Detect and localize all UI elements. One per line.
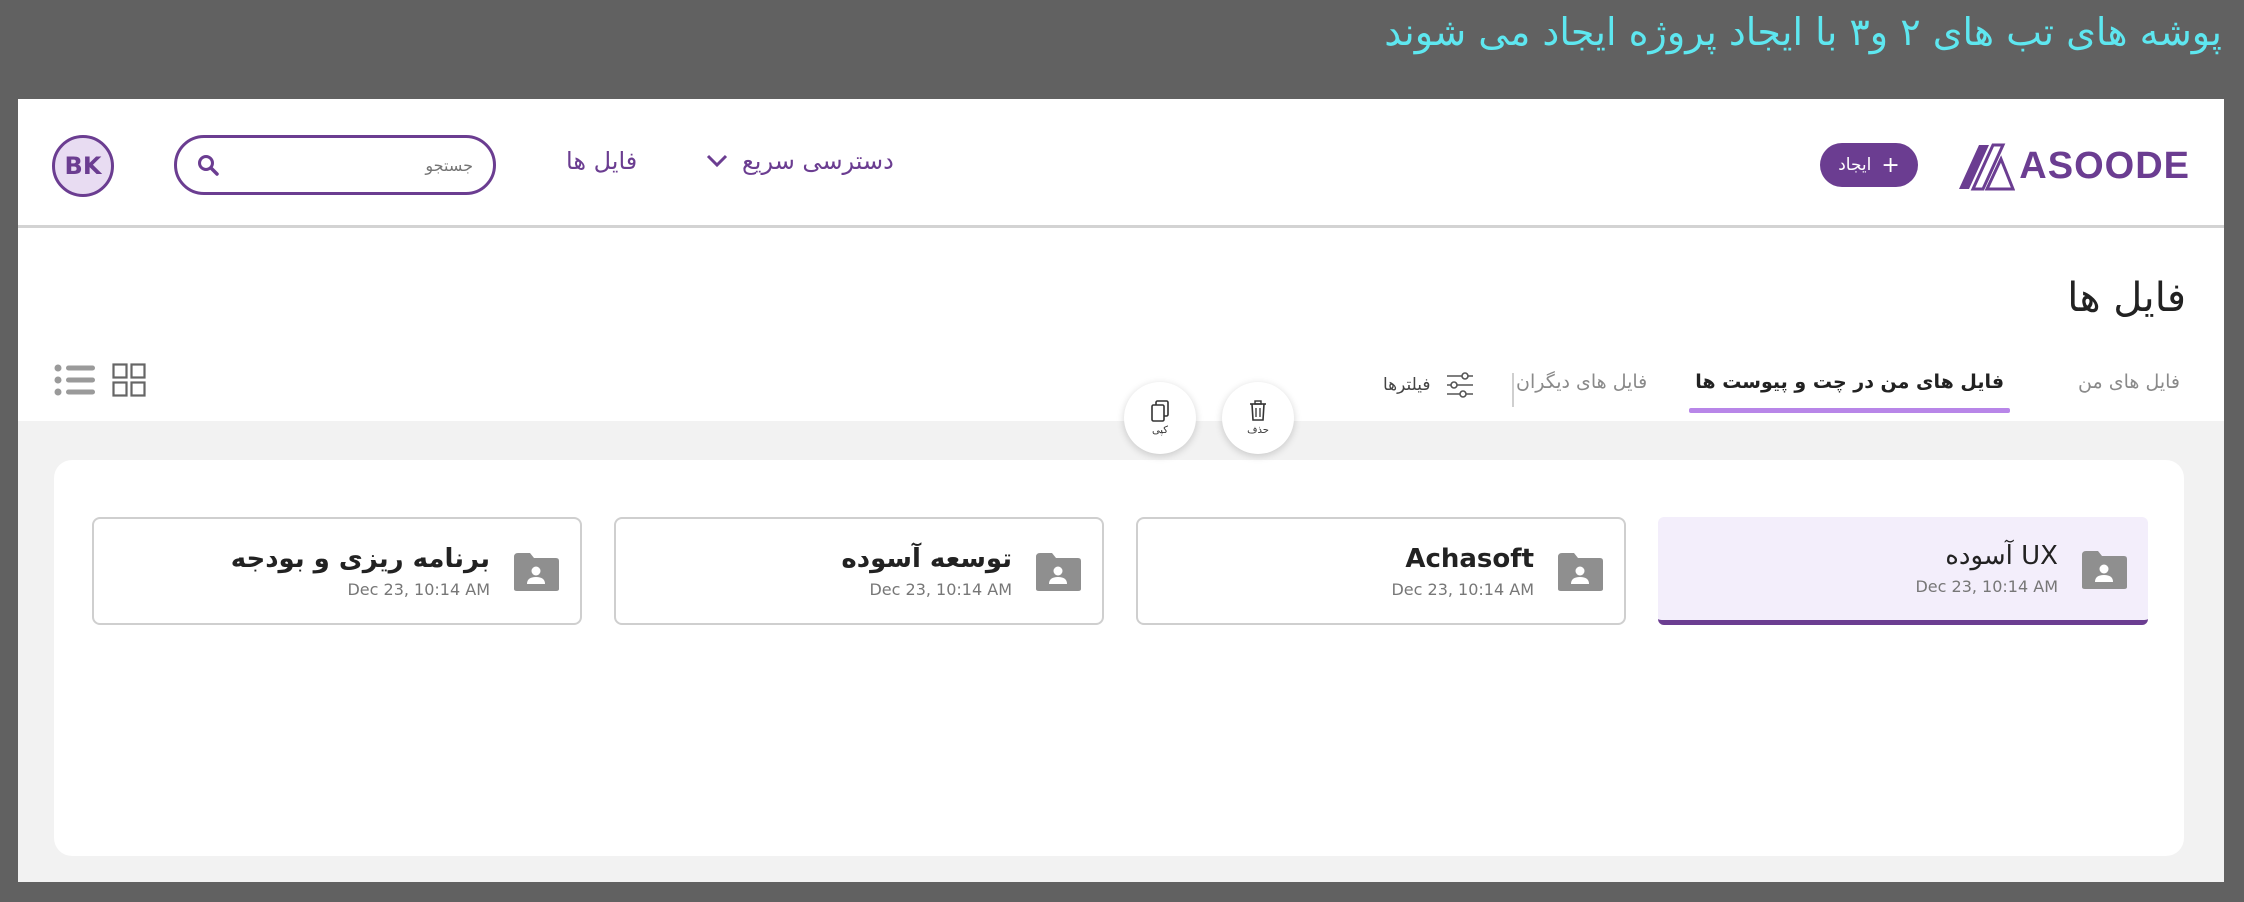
trash-icon (1250, 400, 1266, 421)
annotation-caption: پوشه های تب های ۲ و۳ با ایجاد پروژه ایجا… (1384, 10, 2222, 54)
copy-icon (1151, 400, 1169, 422)
create-button[interactable]: + ایجاد (1820, 143, 1918, 187)
tab-divider (1512, 373, 1514, 407)
shared-folder-icon (2082, 550, 2127, 589)
folder-date: Dec 23, 10:14 AM (1915, 577, 2058, 596)
top-header: ASOODE + ایجاد دسترسی سریع فایل ها BK (18, 99, 2224, 228)
filters-label: فیلترها (1383, 375, 1431, 395)
filters-button[interactable]: فیلترها (1383, 371, 1475, 399)
folder-name: Achasoft (1405, 543, 1534, 574)
delete-button[interactable]: حذف (1222, 382, 1294, 454)
page-title: فایل ها (2067, 275, 2186, 321)
logo-mark-icon (1959, 143, 2016, 191)
logo[interactable]: ASOODE (1957, 141, 2190, 191)
search-box[interactable] (174, 135, 496, 195)
avatar[interactable]: BK (52, 135, 114, 197)
shared-folder-icon (514, 553, 559, 591)
copy-button[interactable]: کپی (1124, 382, 1196, 454)
tab-others-files[interactable]: فایل های دیگران (1510, 361, 1653, 409)
tab-chat-attachments[interactable]: فایل های من در چت و پیوست ها (1689, 361, 2010, 413)
shared-folder-icon (1036, 553, 1081, 591)
search-input[interactable] (219, 155, 473, 175)
plus-icon: + (1881, 152, 1900, 178)
app-window: ASOODE + ایجاد دسترسی سریع فایل ها BK فا… (18, 99, 2224, 882)
grid-view-icon[interactable] (112, 363, 146, 397)
folder-name: UX آسوده (1945, 541, 2058, 571)
folder-card[interactable]: برنامه ریزی و بودجه Dec 23, 10:14 AM (92, 517, 582, 625)
tab-bar: فایل های من فایل های من در چت و پیوست ها… (1510, 361, 2186, 413)
folder-name: توسعه آسوده (841, 543, 1012, 574)
quick-access-menu[interactable]: دسترسی سریع (706, 147, 894, 175)
logo-text: ASOODE (2019, 144, 2190, 187)
folder-card[interactable]: Achasoft Dec 23, 10:14 AM (1136, 517, 1626, 625)
folder-card[interactable]: UX آسوده Dec 23, 10:14 AM (1658, 517, 2148, 625)
copy-label: کپی (1151, 425, 1169, 436)
list-view-icon[interactable] (54, 363, 96, 397)
shared-folder-icon (1558, 553, 1603, 591)
filter-sliders-icon (1446, 372, 1473, 398)
folder-date: Dec 23, 10:14 AM (347, 579, 490, 599)
folder-name: برنامه ریزی و بودجه (230, 543, 490, 574)
chevron-down-icon (706, 154, 728, 168)
create-label: ایجاد (1838, 155, 1872, 175)
folder-date: Dec 23, 10:14 AM (869, 579, 1012, 599)
quick-access-label: دسترسی سریع (742, 147, 894, 175)
folder-card[interactable]: توسعه آسوده Dec 23, 10:14 AM (614, 517, 1104, 625)
delete-label: حذف (1247, 425, 1269, 436)
tab-my-files[interactable]: فایل های من (2072, 361, 2186, 409)
files-nav-link[interactable]: فایل ها (566, 147, 637, 175)
search-icon[interactable] (197, 154, 219, 176)
folder-date: Dec 23, 10:14 AM (1391, 579, 1534, 599)
